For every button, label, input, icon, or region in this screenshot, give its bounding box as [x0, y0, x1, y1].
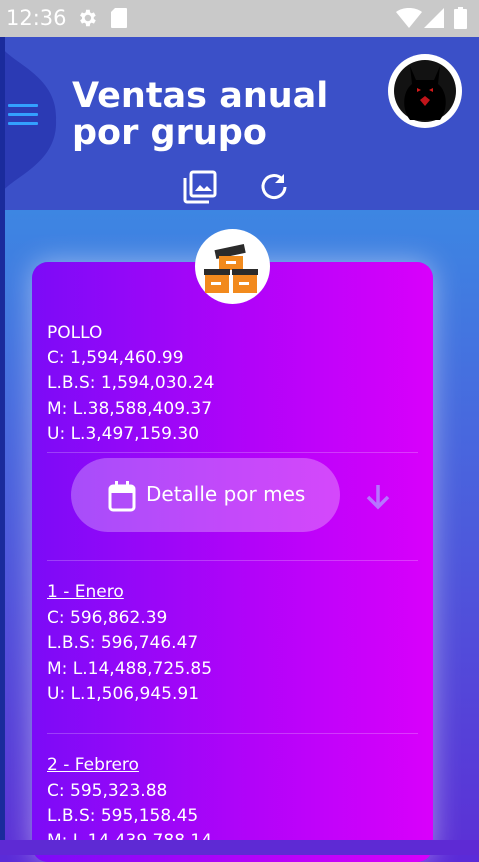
refresh-icon[interactable] — [257, 170, 291, 204]
group-name: POLLO — [47, 323, 103, 343]
month-name[interactable]: 1 - Enero — [47, 582, 124, 602]
card-icon — [195, 229, 270, 304]
signal-icon — [424, 8, 444, 28]
wifi-icon — [396, 8, 422, 28]
month-lbs-value: L.B.S: 595,158.45 — [47, 806, 199, 826]
gallery-icon[interactable] — [183, 170, 217, 204]
boxes-icon — [204, 243, 258, 293]
group-card: POLLO C: 1,594,460.99 L.B.S: 1,594,030.2… — [32, 262, 433, 862]
calendar-icon — [108, 481, 136, 512]
sd-card-icon — [111, 8, 127, 28]
group-u-value: U: L.3,497,159.30 — [47, 424, 200, 444]
gear-icon — [80, 9, 96, 27]
group-c-value: C: 1,594,460.99 — [47, 348, 184, 368]
detail-button-label: Detalle por mes — [146, 482, 306, 506]
group-m-value: M: L.38,588,409.37 — [47, 399, 213, 419]
divider — [47, 733, 418, 734]
month-name[interactable]: 2 - Febrero — [47, 755, 139, 775]
divider — [47, 452, 418, 453]
batman-avatar-image — [394, 60, 456, 122]
divider — [47, 560, 418, 561]
group-lbs-value: L.B.S: 1,594,030.24 — [47, 373, 215, 393]
month-c-value: C: 596,862.39 — [47, 608, 168, 628]
bottom-bar — [0, 840, 479, 855]
month-c-value: C: 595,323.88 — [47, 781, 168, 801]
battery-icon — [454, 7, 467, 29]
menu-icon[interactable] — [8, 104, 38, 128]
arrow-down-icon[interactable] — [361, 480, 395, 514]
month-lbs-value: L.B.S: 596,746.47 — [47, 633, 199, 653]
month-u-value: U: L.1,506,945.91 — [47, 684, 200, 704]
month-m-value: M: L.14,488,725.85 — [47, 659, 213, 679]
avatar[interactable] — [388, 54, 462, 128]
detail-by-month-button[interactable]: Detalle por mes — [71, 458, 340, 532]
status-time: 12:36 — [6, 6, 67, 30]
status-bar: 12:36 — [0, 0, 479, 37]
page-title: Ventas anual por grupo — [72, 76, 329, 153]
